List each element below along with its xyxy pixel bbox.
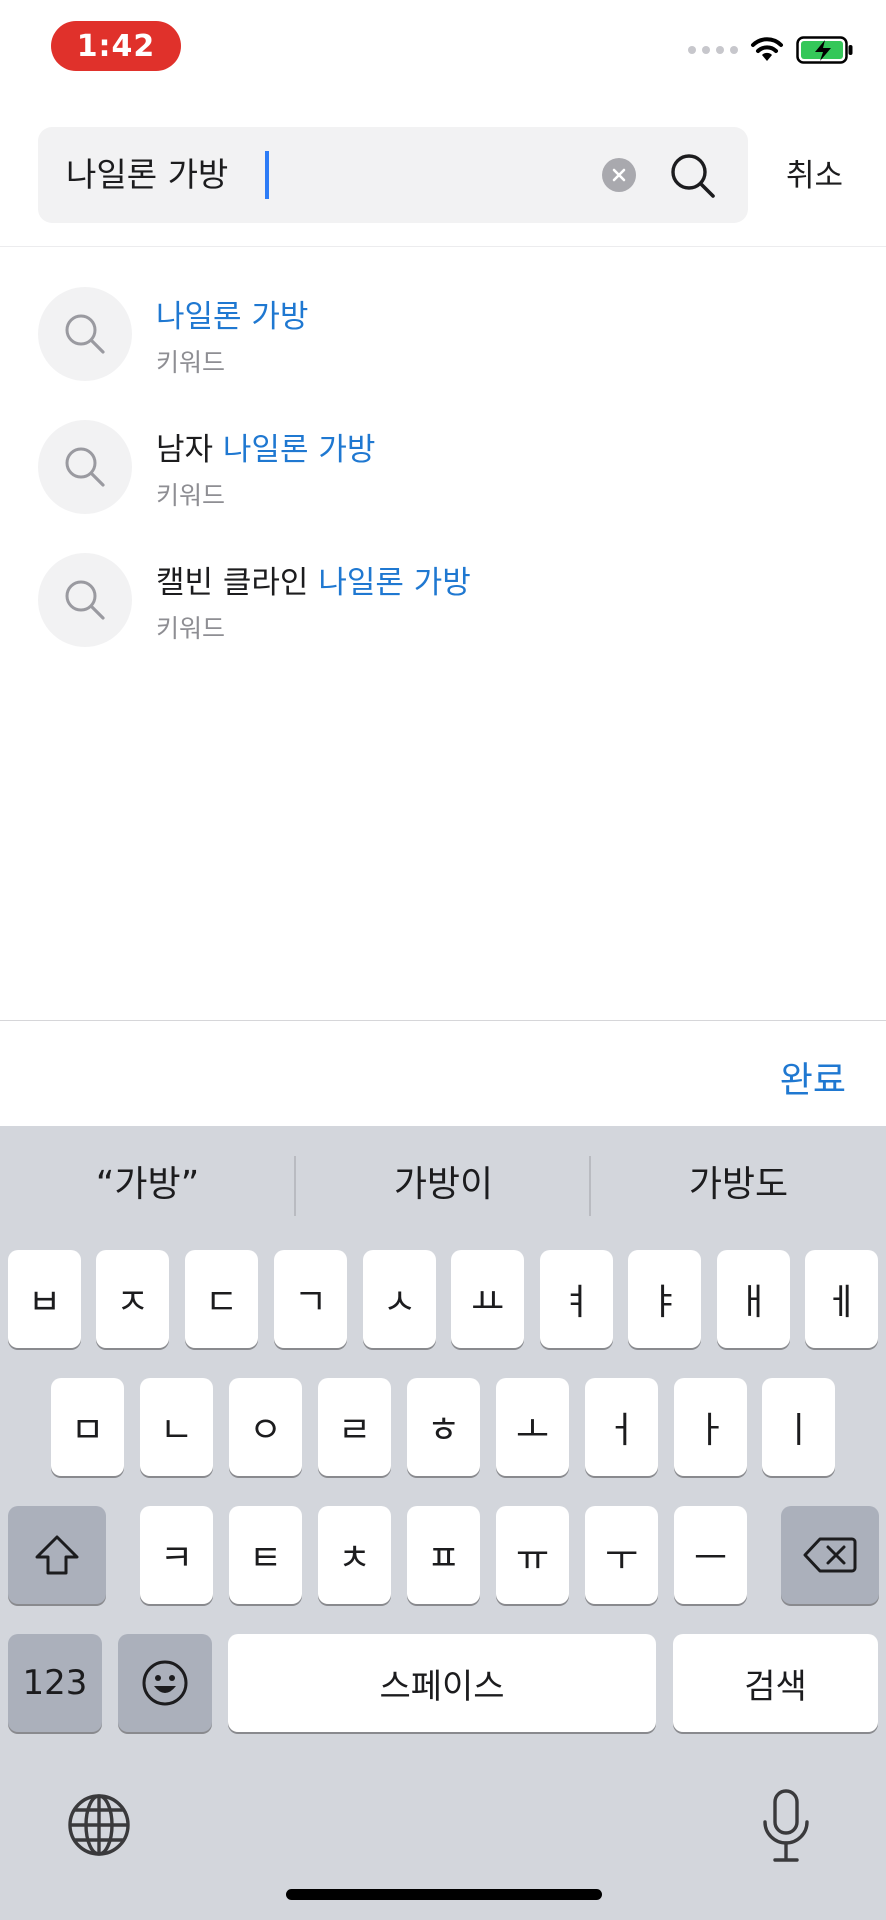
search-icon: [38, 420, 132, 514]
key[interactable]: ㄷ: [185, 1250, 258, 1348]
key[interactable]: ㅍ: [407, 1506, 480, 1604]
key[interactable]: ㅓ: [585, 1378, 658, 1476]
search-icon[interactable]: [668, 151, 718, 201]
suggestion-item[interactable]: 나일론 가방 키워드: [38, 287, 838, 383]
suggestion-prefix: 남자: [156, 432, 223, 468]
key[interactable]: ㅇ: [229, 1378, 302, 1476]
search-icon: [38, 553, 132, 647]
delete-key[interactable]: [781, 1506, 879, 1604]
suggestion-type: 키워드: [156, 614, 226, 643]
suggestion-match: 나일론 가방: [222, 432, 376, 468]
done-button[interactable]: 완료: [780, 1051, 846, 1103]
emoji-icon: [142, 1660, 188, 1706]
key[interactable]: ㅎ: [407, 1378, 480, 1476]
numbers-key[interactable]: 123: [8, 1634, 102, 1732]
battery-charging-icon: [796, 36, 853, 64]
key[interactable]: ㅅ: [363, 1250, 436, 1348]
home-indicator[interactable]: [286, 1889, 602, 1900]
text-caret: [265, 151, 269, 199]
key[interactable]: ㅂ: [8, 1250, 81, 1348]
suggestion-type: 키워드: [156, 348, 226, 377]
emoji-key[interactable]: [118, 1634, 212, 1732]
search-input[interactable]: 나일론 가방: [66, 127, 228, 223]
wifi-icon: [751, 37, 783, 61]
prediction-item[interactable]: 가방도: [591, 1126, 886, 1244]
prediction-item[interactable]: 가방이: [296, 1126, 591, 1244]
key[interactable]: ㄱ: [274, 1250, 347, 1348]
status-icons: [688, 36, 854, 64]
status-time[interactable]: 1:42: [51, 21, 181, 71]
key[interactable]: ㅜ: [585, 1506, 658, 1604]
suggestion-type: 키워드: [156, 481, 226, 510]
suggestion-match: 나일론 가방: [318, 565, 471, 601]
cancel-button[interactable]: 취소: [786, 150, 843, 195]
shift-icon: [35, 1535, 79, 1575]
shift-key[interactable]: [8, 1506, 106, 1604]
search-key[interactable]: 검색: [673, 1634, 878, 1732]
keyboard-accessory-bar: 완료: [0, 1020, 886, 1126]
key[interactable]: ㅌ: [229, 1506, 302, 1604]
suggestion-title: 나일론 가방: [156, 291, 308, 336]
key[interactable]: ㅑ: [628, 1250, 701, 1348]
clear-icon[interactable]: [602, 158, 636, 192]
suggestion-title: 남자 나일론 가방: [156, 424, 375, 469]
suggestion-prefix: 캘빈 클라인: [156, 565, 319, 601]
globe-icon[interactable]: [64, 1790, 134, 1860]
key[interactable]: ㄹ: [318, 1378, 391, 1476]
key[interactable]: ㅏ: [674, 1378, 747, 1476]
key[interactable]: ㅈ: [96, 1250, 169, 1348]
microphone-icon[interactable]: [758, 1788, 814, 1864]
key[interactable]: ㅔ: [805, 1250, 878, 1348]
key[interactable]: ㅁ: [51, 1378, 124, 1476]
key[interactable]: ㅋ: [140, 1506, 213, 1604]
status-bar: 1:42: [0, 0, 886, 100]
space-key[interactable]: 스페이스: [228, 1634, 656, 1732]
suggestion-match: 나일론 가방: [156, 299, 309, 335]
suggestion-item[interactable]: 남자 나일론 가방 키워드: [38, 420, 838, 516]
prediction-item[interactable]: “가방”: [0, 1126, 295, 1244]
suggestion-item[interactable]: 캘빈 클라인 나일론 가방 키워드: [38, 553, 838, 649]
search-icon: [38, 287, 132, 381]
key[interactable]: ㄴ: [140, 1378, 213, 1476]
key[interactable]: ㅐ: [717, 1250, 790, 1348]
predictive-bar: “가방” 가방이 가방도: [0, 1126, 886, 1244]
key[interactable]: ㅣ: [762, 1378, 835, 1476]
key[interactable]: ㅗ: [496, 1378, 569, 1476]
key[interactable]: ㅠ: [496, 1506, 569, 1604]
delete-icon: [803, 1537, 857, 1573]
search-field[interactable]: 나일론 가방: [38, 127, 748, 223]
header-divider: [0, 246, 886, 247]
cellular-signal-icon: [688, 46, 738, 54]
key[interactable]: ㅕ: [540, 1250, 613, 1348]
key[interactable]: ㅡ: [674, 1506, 747, 1604]
suggestion-title: 캘빈 클라인 나일론 가방: [156, 557, 471, 602]
key[interactable]: ㅊ: [318, 1506, 391, 1604]
key[interactable]: ㅛ: [451, 1250, 524, 1348]
